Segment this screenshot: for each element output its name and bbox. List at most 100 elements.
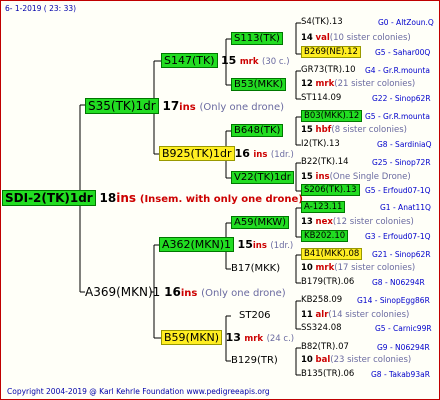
gen2-count: 16 [234,147,250,160]
gen4-node[interactable]: B179(TR).06 [301,278,354,287]
gen3-name: S113(TK) [231,32,283,45]
gen3-info: 14 val(10 sister colonies) [301,34,411,43]
gen3-note: (14 sister colonies) [328,310,410,320]
gen4-node[interactable]: A-123.11 [301,201,346,213]
gen3-note: (8 sister colonies) [331,125,407,135]
gen2-node[interactable]: S147(TK) 15 mrk (30 c.) [161,53,290,68]
gen4-name: B22(TK).14 [301,157,349,167]
gen4-name: B179(TR).06 [301,277,355,287]
gen2-unit: ins [252,241,267,251]
gen4-name: B135(TR).06 [301,369,355,379]
gen3-node[interactable]: B17(MKK) [231,264,280,274]
gen4-node[interactable]: B41(MKK).08 [301,248,363,260]
gen3-node[interactable]: S113(TK) [231,32,283,45]
gen3-info: 10 bal(23 sister colonies) [301,356,411,365]
root-note: (Insem. with only one drone) [139,194,303,205]
gen3-unit: bal [315,355,331,365]
gen4-origin: G0 - AltZoun.Q [378,18,434,27]
gen3-count: 15 [301,125,313,135]
gen4-origin: G21 - Sinop62R [372,250,431,259]
gen4-node[interactable]: KB258.09 [301,296,342,305]
gen4-origin: G3 - Erfoud07-1Q [365,232,431,241]
gen4-node[interactable]: I2(TK).13 [301,140,340,149]
gen4-name: S206(TK).13 [301,184,360,196]
gen3-count: 14 [301,33,313,43]
gen4-node[interactable]: B82(TR).07 [301,343,349,352]
gen4-name: KB202.10 [301,230,349,242]
gen4-node[interactable]: KB202.10 [301,230,349,242]
gen1-node[interactable]: A369(MKN)1 16ins (Only one drone) [85,286,286,299]
gen4-origin: G9 - N06294R [377,343,430,352]
gen3-node[interactable]: B53(MKK) [231,78,287,91]
gen2-unit: mrk [244,334,264,344]
gen3-unit: alr [315,310,329,320]
gen4-origin: G5 - Sahar00Q [375,48,431,57]
gen2-name: S147(TK) [161,53,218,68]
gen4-node[interactable]: GR73(TR).10 [301,66,356,75]
gen4-node[interactable]: B03(MKK).12 [301,110,363,122]
gen4-origin: G22 - Sinop62R [372,94,431,103]
gen3-unit: hbf [315,125,332,135]
gen3-unit: nex [315,217,333,227]
gen3-info: 12 mrk(21 sister colonies) [301,80,415,89]
gen3-note: (10 sister colonies) [329,33,411,43]
gen3-note: (One Single Drone) [329,172,411,182]
gen2-unit: ins [253,150,268,160]
gen2-node[interactable]: B59(MKN) 13 mrk (24 c.) [161,330,294,345]
root-name: SDI-2(TK)1dr [2,190,96,206]
gen4-origin: G8 - Takab93aR [371,370,430,379]
footer-copyright[interactable]: Copyright 2004-2019 @ Karl Kehrle Founda… [7,388,270,396]
gen3-node[interactable]: ST206 [239,311,271,321]
gen4-node[interactable]: B269(NE).12 [301,46,361,58]
gen3-name: ST206 [239,310,271,321]
gen4-name: B41(MKK).08 [301,248,363,260]
gen3-name: B53(MKK) [231,78,287,91]
gen4-node[interactable]: B135(TR).06 [301,370,354,379]
gen4-node[interactable]: S206(TK).13 [301,184,360,196]
gen4-origin: G5 - Gr.R.mounta [365,112,430,121]
gen2-name: A362(MKN)1 [159,237,235,252]
gen3-info: 13 nex(12 sister colonies) [301,218,414,227]
gen3-name: V22(TK)1dr [231,171,294,184]
header-date: 6- 1-2019 ( 23: 33) [5,4,77,13]
gen3-note: (23 sister colonies) [330,355,412,365]
gen1-count: 17 [162,99,180,113]
gen3-name: B129(TR) [231,355,278,366]
gen3-note: (21 sister colonies) [334,79,416,89]
gen3-count: 12 [301,79,313,89]
gen3-node[interactable]: V22(TK)1dr [231,171,294,184]
gen4-node[interactable]: ST114.09 [301,94,341,103]
gen3-unit: mrk [315,263,335,273]
gen1-unit: ins [179,102,196,113]
gen1-note: (Only one drone) [201,288,286,299]
gen2-node[interactable]: B925(TK)1dr 16 ins (1dr.) [159,146,294,161]
gen3-info: 15 hbf(8 sister colonies) [301,126,407,135]
gen3-node[interactable]: A59(MKW) [231,216,290,229]
gen3-name: B648(TK) [231,124,284,137]
gen4-origin: G5 - Erfoud07-1Q [365,186,431,195]
root-unit: ins [116,191,137,205]
gen4-node[interactable]: SS324.08 [301,324,342,333]
gen4-name: S4(TK).13 [301,17,343,27]
gen3-info: 15 ins(One Single Drone) [301,173,411,182]
root-node[interactable]: SDI-2(TK)1dr 18ins (Insem. with only one… [2,190,303,206]
gen1-note: (Only one drone) [199,102,285,113]
gen3-count: 11 [301,310,313,320]
gen4-name: ST114.09 [301,93,342,103]
gen4-name: A-123.11 [301,201,346,213]
gen3-note: (12 sister colonies) [332,217,414,227]
gen3-count: 10 [301,355,313,365]
gen4-name: B82(TR).07 [301,342,349,352]
gen4-node[interactable]: B22(TK).14 [301,158,349,167]
gen3-node[interactable]: B129(TR) [231,356,278,366]
gen4-node[interactable]: S4(TK).13 [301,18,343,27]
gen2-node[interactable]: A362(MKN)1 15ins (1dr.) [159,237,293,252]
gen4-origin: G1 - Anat11Q [380,203,431,212]
gen3-node[interactable]: B648(TK) [231,124,284,137]
gen2-count: 13 [225,331,241,344]
gen3-name: B17(MKK) [231,263,281,274]
gen3-note: (17 sister colonies) [334,263,416,273]
gen1-node[interactable]: S35(TK)1dr 17ins (Only one drone) [85,98,285,114]
gen4-origin: G4 - Gr.R.mounta [365,66,430,75]
gen4-origin: G5 - Carnic99R [375,324,432,333]
